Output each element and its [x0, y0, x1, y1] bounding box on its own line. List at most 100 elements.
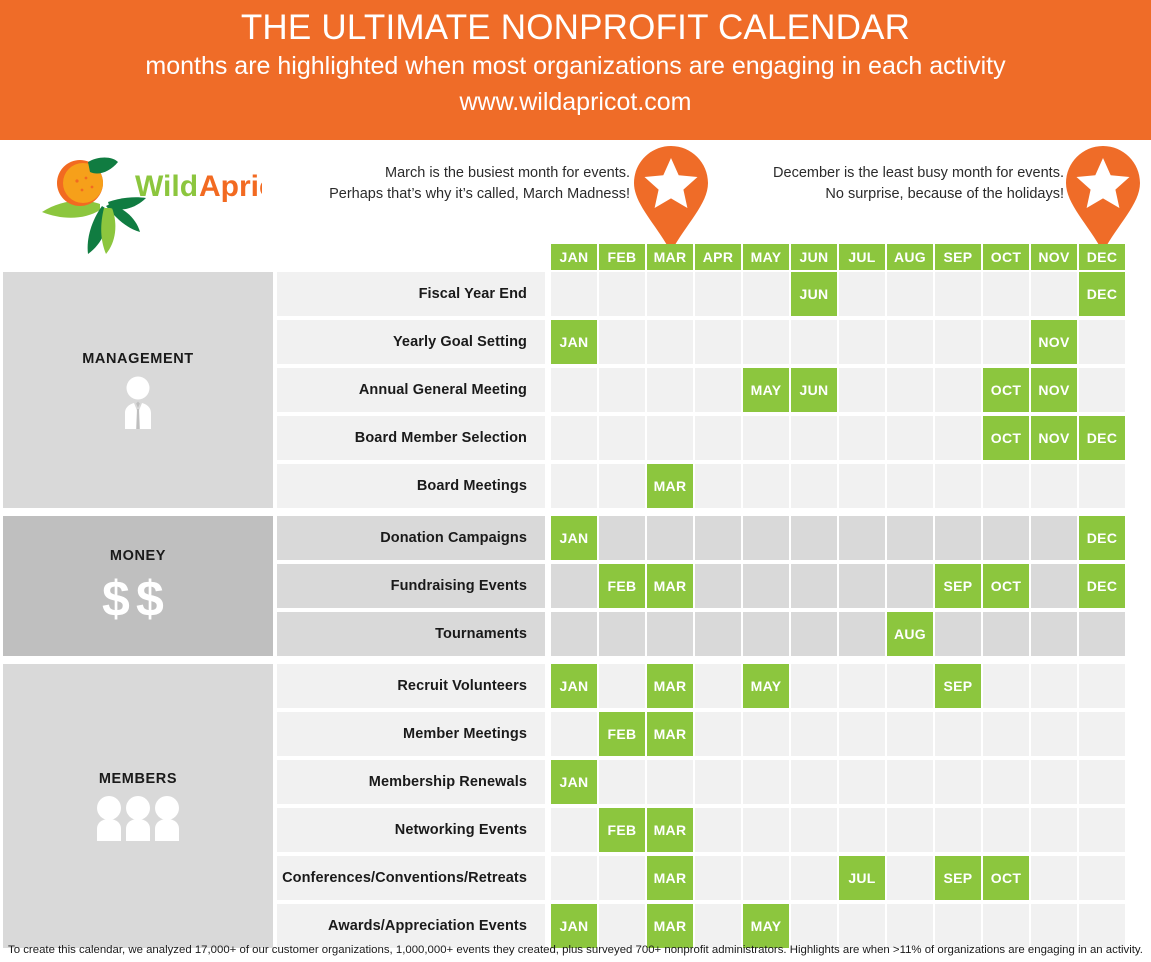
calendar-cell-empty — [1031, 760, 1077, 804]
calendar-cell-empty — [1031, 712, 1077, 756]
calendar-cell-active: DEC — [1079, 416, 1125, 460]
calendar-cell-empty — [887, 368, 933, 412]
calendar-cell-empty — [1031, 564, 1077, 608]
calendar-cell-empty — [1031, 464, 1077, 508]
calendar-cell-empty — [887, 464, 933, 508]
double-dollar-icon: $ $ — [102, 571, 164, 627]
category-icon: svg[data-name="three-people-icon"] *{fil… — [95, 795, 181, 841]
calendar-cell-empty — [983, 464, 1029, 508]
calendar-cell-active: MAR — [647, 564, 693, 608]
calendar-cell-empty — [983, 664, 1029, 708]
footnote: To create this calendar, we analyzed 17,… — [8, 944, 1143, 956]
calendar-cell-empty — [743, 272, 789, 316]
calendar-cell-empty — [839, 664, 885, 708]
calendar-cell-active: JAN — [551, 664, 597, 708]
logo-word-wild: Wild — [135, 170, 198, 203]
calendar-cell-empty — [839, 712, 885, 756]
calendar-cell-empty — [983, 712, 1029, 756]
calendar-cell-empty — [599, 856, 645, 900]
calendar-cell-empty — [743, 808, 789, 852]
calendar-cell-empty — [647, 272, 693, 316]
calendar-cell-active: OCT — [983, 856, 1029, 900]
calendar-cell-empty — [695, 320, 741, 364]
calendar-grid: JAN FEB MAR APR MAY JUN JUL AUG SEP OCT NOV DEC Fis… — [0, 244, 1151, 948]
calendar-cell-empty — [935, 368, 981, 412]
calendar-cell-empty — [695, 612, 741, 656]
calendar-cell-empty — [695, 464, 741, 508]
calendar-cell-active: MAY — [743, 368, 789, 412]
calendar-cell-active: JUL — [839, 856, 885, 900]
calendar-cell-active: FEB — [599, 564, 645, 608]
map-pin-march — [634, 146, 708, 252]
calendar-cell-empty — [791, 516, 837, 560]
annotation-march-line2: Perhaps that’s why it’s called, March Ma… — [329, 186, 630, 203]
page-subtitle: months are highlighted when most organiz… — [145, 52, 1006, 81]
calendar-cell-active: MAR — [647, 856, 693, 900]
calendar-cell-empty — [839, 416, 885, 460]
calendar-cell-empty — [1079, 612, 1125, 656]
calendar-cell-empty — [839, 516, 885, 560]
calendar-cell-active: JUN — [791, 272, 837, 316]
calendar-cell-active: JAN — [551, 320, 597, 364]
calendar-cell-active: DEC — [1079, 564, 1125, 608]
category-panel-management: MANAGEMENT — [3, 272, 273, 508]
calendar-cell-empty — [1079, 320, 1125, 364]
calendar-cell-empty — [839, 272, 885, 316]
category-icon: $ $ — [102, 571, 174, 627]
calendar-cell-active: MAR — [647, 464, 693, 508]
month-header-dec: DEC — [1079, 244, 1125, 270]
annotation-march: March is the busiest month for events. P… — [280, 163, 630, 205]
month-header-sep: SEP — [935, 244, 981, 270]
activity-label: Membership Renewals — [277, 760, 545, 804]
calendar-cell-active: DEC — [1079, 516, 1125, 560]
calendar-cell-empty — [599, 612, 645, 656]
calendar-cell-active: SEP — [935, 664, 981, 708]
category-label: MEMBERS — [98, 771, 178, 787]
calendar-cell-empty — [743, 564, 789, 608]
calendar-cell-empty — [935, 712, 981, 756]
month-header-nov: NOV — [1031, 244, 1077, 270]
calendar-cell-empty — [1079, 368, 1125, 412]
calendar-cell-empty — [551, 416, 597, 460]
calendar-cell-empty — [743, 320, 789, 364]
calendar-cell-empty — [1079, 712, 1125, 756]
calendar-cell-empty — [647, 612, 693, 656]
activity-label: Member Meetings — [277, 712, 545, 756]
month-header-jun: JUN — [791, 244, 837, 270]
calendar-cell-active: MAR — [647, 664, 693, 708]
calendar-cell-empty — [551, 712, 597, 756]
star-pin-icon — [1066, 146, 1140, 252]
calendar-cell-active: OCT — [983, 564, 1029, 608]
month-header-mar: MAR — [647, 244, 693, 270]
month-header-jul: JUL — [839, 244, 885, 270]
svg-text:$: $ — [102, 572, 130, 624]
calendar-cell-empty — [887, 564, 933, 608]
calendar-cell-empty — [551, 612, 597, 656]
calendar-cell-empty — [935, 808, 981, 852]
calendar-cell-empty — [1079, 760, 1125, 804]
calendar-cell-empty — [551, 464, 597, 508]
activity-label: Networking Events — [277, 808, 545, 852]
category-icon — [111, 375, 165, 429]
calendar-cell-active: JUN — [791, 368, 837, 412]
calendar-cell-empty — [935, 760, 981, 804]
month-header-feb: FEB — [599, 244, 645, 270]
logo-word-apricot: Apricot — [199, 170, 262, 203]
calendar-cell-empty — [551, 564, 597, 608]
header-banner: THE ULTIMATE NONPROFIT CALENDAR months a… — [0, 0, 1151, 140]
calendar-cell-empty — [791, 416, 837, 460]
calendar-cell-empty — [839, 464, 885, 508]
calendar-cell-active: NOV — [1031, 416, 1077, 460]
calendar-cell-empty — [647, 368, 693, 412]
calendar-cell-empty — [695, 272, 741, 316]
category-label: MONEY — [109, 548, 167, 564]
calendar-cell-empty — [839, 760, 885, 804]
calendar-cell-empty — [935, 612, 981, 656]
calendar-cell-empty — [599, 464, 645, 508]
calendar-cell-empty — [887, 808, 933, 852]
calendar-cell-empty — [887, 760, 933, 804]
calendar-cell-empty — [599, 368, 645, 412]
calendar-cell-empty — [1031, 612, 1077, 656]
calendar-cell-empty — [983, 808, 1029, 852]
month-header-may: MAY — [743, 244, 789, 270]
